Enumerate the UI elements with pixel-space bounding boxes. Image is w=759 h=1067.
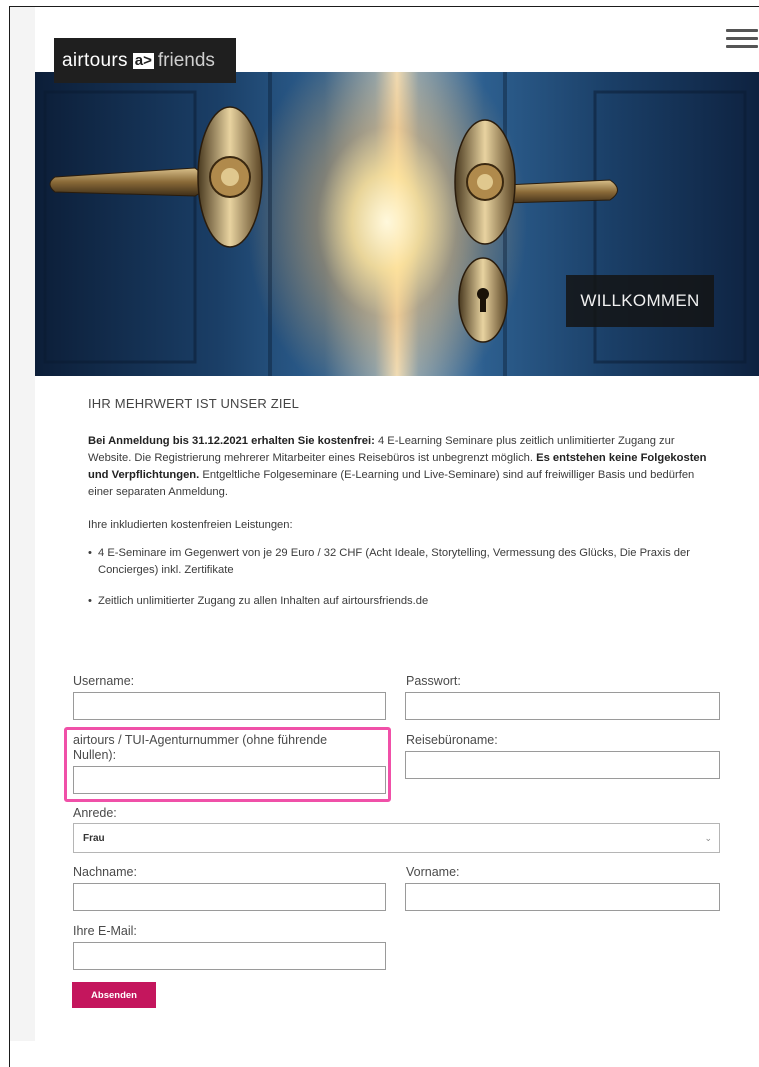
intro-paragraph: Bei Anmeldung bis 31.12.2021 erhalten Si… — [88, 433, 718, 501]
door-handles-illustration — [43, 72, 747, 376]
benefit-text: 4 E-Seminare im Gegenwert von je 29 Euro… — [88, 545, 728, 579]
agency-number-input[interactable] — [73, 766, 386, 794]
lastname-label: Nachname: — [73, 865, 137, 879]
hero-image: WILLKOMMEN — [35, 72, 759, 376]
chevron-down-icon: ⌄ — [704, 833, 712, 843]
agency-number-label: airtours / TUI-Agenturnummer (ohne führe… — [73, 733, 328, 762]
logo-mark-icon: a> — [132, 51, 154, 69]
site-logo[interactable]: airtours a> friends — [54, 38, 236, 83]
hamburger-line — [726, 45, 758, 48]
salutation-select[interactable]: Frau ⌄ — [73, 823, 720, 853]
benefit-text: Zeitlich unlimitierter Zugang zu allen I… — [88, 593, 728, 610]
logo-text-airtours: airtours — [62, 49, 128, 71]
page-title: IHR MEHRWERT IST UNSER ZIEL — [88, 396, 300, 411]
salutation-label: Anrede: — [73, 806, 117, 820]
logo-text-friends: friends — [157, 49, 215, 71]
lastname-input[interactable] — [73, 883, 386, 911]
hamburger-line — [726, 29, 758, 32]
submit-button[interactable]: Absenden — [72, 982, 156, 1008]
firstname-label: Vorname: — [406, 865, 460, 879]
hamburger-icon[interactable] — [726, 29, 758, 51]
agency-name-input[interactable] — [405, 751, 720, 779]
benefits-intro: Ihre inkludierten kostenfreien Leistunge… — [88, 519, 293, 531]
password-label: Passwort: — [406, 674, 461, 688]
username-input[interactable] — [73, 692, 386, 720]
benefit-list-item: Zeitlich unlimitierter Zugang zu allen I… — [88, 593, 728, 610]
hamburger-line — [726, 37, 758, 40]
side-margin — [10, 7, 35, 1041]
salutation-value: Frau — [83, 832, 105, 844]
password-input[interactable] — [405, 692, 720, 720]
email-input[interactable] — [73, 942, 386, 970]
welcome-banner: WILLKOMMEN — [566, 275, 714, 327]
benefit-list-item: 4 E-Seminare im Gegenwert von je 29 Euro… — [88, 545, 728, 579]
email-label: Ihre E-Mail: — [73, 924, 137, 938]
firstname-input[interactable] — [405, 883, 720, 911]
intro-bold-1: Bei Anmeldung bis 31.12.2021 erhalten Si… — [88, 435, 375, 447]
username-label: Username: — [73, 674, 135, 688]
agency-name-label: Reisebüroname: — [406, 733, 498, 747]
